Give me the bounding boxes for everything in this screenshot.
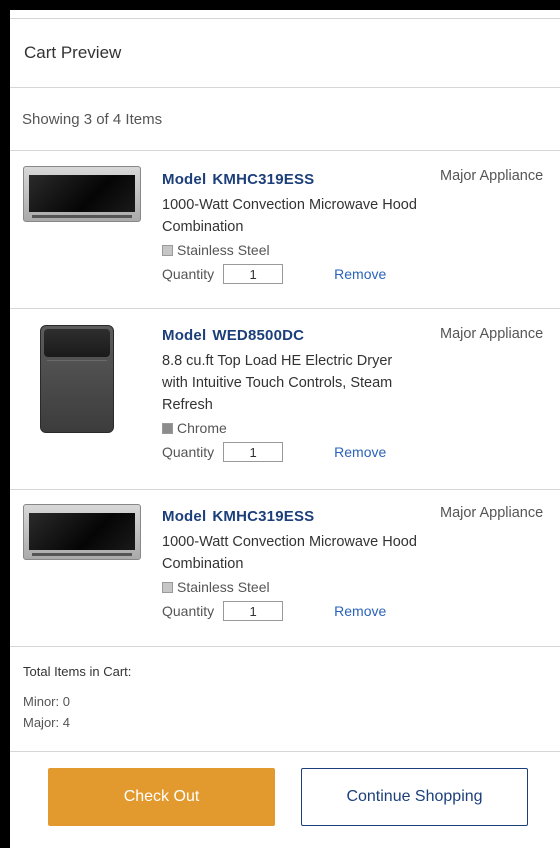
item-info: Model WED8500DC 8.8 cu.ft Top Load HE Ele… xyxy=(162,327,422,462)
continue-shopping-button[interactable]: Continue Shopping xyxy=(301,768,528,826)
model-prefix: Model xyxy=(162,171,207,188)
quantity-row: Quantity Remove xyxy=(162,601,422,621)
item-model[interactable]: Model WED8500DC xyxy=(162,327,422,344)
cart-preview-header: Cart Preview xyxy=(10,19,560,88)
item-color-label: Stainless Steel xyxy=(177,579,270,595)
item-description: 8.8 cu.ft Top Load HE Electric Dryer wit… xyxy=(162,353,393,413)
remove-link[interactable]: Remove xyxy=(334,266,386,282)
item-color: Stainless Steel xyxy=(162,579,422,595)
item-category: Major Appliance xyxy=(440,168,544,184)
page-title: Cart Preview xyxy=(24,43,122,62)
item-model[interactable]: Model KMHC319ESS xyxy=(162,171,422,188)
item-color: Chrome xyxy=(162,420,422,436)
model-prefix: Model xyxy=(162,327,207,344)
model-prefix: Model xyxy=(162,508,207,525)
dryer-image xyxy=(40,325,114,433)
model-number: WED8500DC xyxy=(212,327,305,344)
model-number: KMHC319ESS xyxy=(212,508,315,525)
cart-preview-panel: Cart Preview Showing 3 of 4 Items Model K… xyxy=(10,10,560,848)
quantity-row: Quantity Remove xyxy=(162,264,422,284)
quantity-input[interactable] xyxy=(223,601,284,621)
item-color-label: Stainless Steel xyxy=(177,242,270,258)
quantity-label: Quantity xyxy=(162,266,215,282)
cart-item: Model KMHC319ESS 1000-Watt Convection Mic… xyxy=(10,151,560,309)
item-info: Model KMHC319ESS 1000-Watt Convection Mic… xyxy=(162,171,422,284)
microwave-hood-image xyxy=(23,166,141,222)
quantity-input[interactable] xyxy=(223,442,284,462)
item-color-label: Chrome xyxy=(177,420,227,436)
remove-link[interactable]: Remove xyxy=(334,603,386,619)
items-count-bar: Showing 3 of 4 Items xyxy=(10,88,560,151)
item-info: Model KMHC319ESS 1000-Watt Convection Mic… xyxy=(162,508,422,621)
quantity-label: Quantity xyxy=(162,444,215,460)
checkout-button[interactable]: Check Out xyxy=(48,768,275,826)
cart-totals: Total Items in Cart: Minor: 0 Major: 4 xyxy=(10,647,560,752)
quantity-row: Quantity Remove xyxy=(162,442,422,462)
quantity-label: Quantity xyxy=(162,603,215,619)
totals-title: Total Items in Cart: xyxy=(23,664,132,679)
item-model[interactable]: Model KMHC319ESS xyxy=(162,508,422,525)
cart-item: Model KMHC319ESS 1000-Watt Convection Mic… xyxy=(10,490,560,647)
remove-link[interactable]: Remove xyxy=(334,444,386,460)
quantity-input[interactable] xyxy=(223,264,284,284)
item-description: 1000-Watt Convection Microwave Hood Comb… xyxy=(162,197,417,235)
model-number: KMHC319ESS xyxy=(212,171,315,188)
item-description: 1000-Watt Convection Microwave Hood Comb… xyxy=(162,534,417,572)
items-count-text: Showing 3 of 4 Items xyxy=(22,110,163,128)
item-category: Major Appliance xyxy=(440,326,544,342)
item-category: Major Appliance xyxy=(440,505,544,521)
major-count: Major: 4 xyxy=(23,715,70,730)
color-swatch xyxy=(162,581,173,593)
color-swatch xyxy=(162,422,173,434)
color-swatch xyxy=(162,244,173,256)
cart-item: Model WED8500DC 8.8 cu.ft Top Load HE Ele… xyxy=(10,309,560,490)
microwave-hood-image xyxy=(23,504,141,560)
minor-count: Minor: 0 xyxy=(23,694,70,709)
item-color: Stainless Steel xyxy=(162,242,422,258)
